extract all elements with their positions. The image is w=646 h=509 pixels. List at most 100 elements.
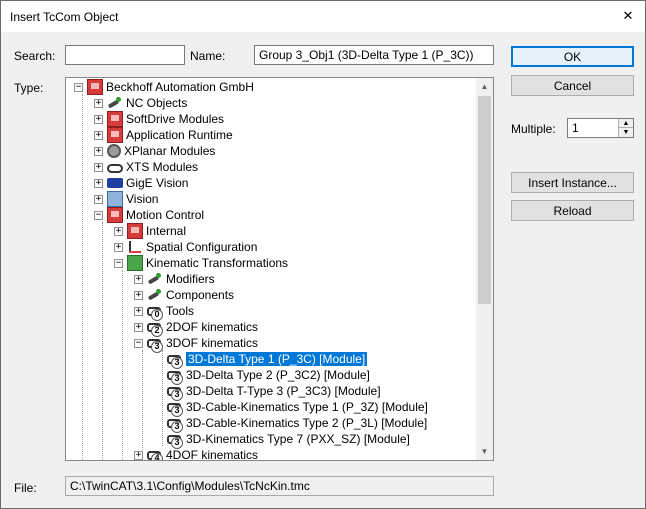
- module-icon: [107, 111, 123, 127]
- tree-item-label: Beckhoff Automation GmbH: [106, 80, 254, 94]
- kin3-icon: [167, 351, 183, 369]
- expand-icon[interactable]: +: [134, 274, 143, 284]
- tree-item-label: 3DOF kinematics: [166, 336, 259, 350]
- tree-item-label: NC Objects: [126, 96, 188, 110]
- tree-item-tools[interactable]: + Tools: [134, 303, 195, 321]
- tree-item-label: SoftDrive Modules: [126, 112, 225, 126]
- tree-item-label: 2DOF kinematics: [166, 320, 259, 334]
- tree-item-label: XTS Modules: [126, 160, 199, 174]
- tree-item-xplanar[interactable]: + XPlanar Modules: [94, 143, 215, 159]
- link-icon: [147, 287, 163, 303]
- tree-item-3dof[interactable]: − 3DOF kinematics: [134, 335, 259, 353]
- expand-icon[interactable]: +: [94, 146, 103, 156]
- multiple-stepper[interactable]: 1 ▲ ▼: [567, 118, 634, 138]
- link-icon: [147, 271, 163, 287]
- multiple-value[interactable]: 1: [572, 121, 579, 135]
- search-label: Search:: [14, 49, 56, 63]
- module-icon: [107, 127, 123, 143]
- tree-item-label: 3D-Kinematics Type 7 (PXX_SZ) [Module]: [186, 432, 410, 446]
- name-input[interactable]: Group 3_Obj1 (3D-Delta Type 1 (P_3C)): [254, 45, 494, 65]
- scrollbar-thumb[interactable]: [478, 96, 491, 304]
- insert-instance-button[interactable]: Insert Instance...: [511, 172, 634, 193]
- tree-item-modifiers[interactable]: + Modifiers: [134, 271, 215, 287]
- collapse-icon[interactable]: −: [74, 82, 83, 92]
- tree-item-beckhoff[interactable]: − Beckhoff Automation GmbH: [74, 79, 254, 95]
- search-input[interactable]: [65, 45, 185, 65]
- tree-item-softdrive[interactable]: + SoftDrive Modules: [94, 111, 224, 127]
- tree-item-3d-delta-type1[interactable]: 3D-Delta Type 1 (P_3C) [Module]: [167, 351, 368, 369]
- tree-item-spatial-config[interactable]: + Spatial Configuration: [114, 239, 257, 255]
- expand-icon[interactable]: +: [94, 114, 103, 124]
- expand-icon[interactable]: +: [94, 178, 103, 188]
- beckhoff-icon: [87, 79, 103, 95]
- tree-item-3d-delta-ttype3[interactable]: 3D-Delta T-Type 3 (P_3C3) [Module]: [167, 383, 381, 401]
- tree-item-label: Vision: [126, 192, 159, 206]
- collapse-icon[interactable]: −: [94, 210, 103, 220]
- type-label: Type:: [14, 81, 44, 95]
- tree-item-label: Tools: [166, 304, 195, 318]
- xplanar-icon: [107, 144, 121, 158]
- tree-item-2dof[interactable]: + 2DOF kinematics: [134, 319, 259, 337]
- tree-line: [162, 350, 163, 446]
- tool-icon: [147, 303, 163, 321]
- tree-item-xts[interactable]: + XTS Modules: [94, 159, 198, 175]
- tree-item-kinematic-transformations[interactable]: − Kinematic Transformations: [114, 255, 288, 271]
- stepper-down-icon[interactable]: ▼: [619, 128, 633, 137]
- expand-icon[interactable]: +: [94, 98, 103, 108]
- tree-item-nc-objects[interactable]: + NC Objects: [94, 95, 187, 111]
- kin3-icon: [167, 415, 183, 433]
- scroll-up-icon[interactable]: ▲: [476, 78, 493, 95]
- expand-icon[interactable]: +: [94, 162, 103, 172]
- tree-item-gige-vision[interactable]: + GigE Vision: [94, 175, 188, 191]
- scroll-down-icon[interactable]: ▼: [476, 443, 493, 460]
- name-label: Name:: [190, 49, 226, 63]
- xts-icon: [107, 164, 123, 173]
- expand-icon[interactable]: +: [134, 306, 143, 316]
- tree-item-label: 3D-Delta T-Type 3 (P_3C3) [Module]: [186, 384, 381, 398]
- tree-scrollbar[interactable]: ▲ ▼: [476, 78, 493, 460]
- tree-item-3d-kinematics-type7[interactable]: 3D-Kinematics Type 7 (PXX_SZ) [Module]: [167, 431, 410, 449]
- expand-icon[interactable]: +: [134, 450, 143, 460]
- tree-item-3d-cable-type1[interactable]: 3D-Cable-Kinematics Type 1 (P_3Z) [Modul…: [167, 399, 428, 417]
- reload-button[interactable]: Reload: [511, 200, 634, 221]
- tree-item-label: Application Runtime: [126, 128, 233, 142]
- nc-objects-icon: [107, 95, 123, 111]
- expand-icon[interactable]: +: [94, 130, 103, 140]
- collapse-icon[interactable]: −: [134, 338, 143, 348]
- module-icon: [127, 223, 143, 239]
- expand-icon[interactable]: +: [134, 322, 143, 332]
- tree-item-components[interactable]: + Components: [134, 287, 234, 303]
- type-tree[interactable]: − Beckhoff Automation GmbH + NC Objects …: [65, 77, 494, 461]
- expand-icon[interactable]: +: [114, 242, 123, 252]
- tree-item-label: GigE Vision: [126, 176, 189, 190]
- kin3-icon: [147, 335, 163, 353]
- tree-item-label: Kinematic Transformations: [146, 256, 289, 270]
- ok-button[interactable]: OK: [511, 46, 634, 67]
- kin4-icon: [147, 447, 163, 460]
- tree-item-vision[interactable]: + Vision: [94, 191, 158, 207]
- tree-item-4dof[interactable]: + 4DOF kinematics: [134, 447, 258, 460]
- expand-icon[interactable]: +: [94, 194, 103, 204]
- tree-item-app-runtime[interactable]: + Application Runtime: [94, 127, 233, 143]
- tree-item-3d-delta-type2[interactable]: 3D-Delta Type 2 (P_3C2) [Module]: [167, 367, 370, 385]
- collapse-icon[interactable]: −: [114, 258, 123, 268]
- cancel-button[interactable]: Cancel: [511, 75, 634, 96]
- tree-item-motion-control[interactable]: − Motion Control: [94, 207, 204, 223]
- insert-tccom-dialog: Insert TcCom Object ✕ Search: Name: Grou…: [0, 0, 646, 509]
- camera-icon: [107, 178, 123, 188]
- close-icon[interactable]: ✕: [611, 1, 645, 31]
- title-bar: Insert TcCom Object ✕: [1, 1, 645, 32]
- expand-icon[interactable]: +: [134, 290, 143, 300]
- tree-item-3d-cable-type2[interactable]: 3D-Cable-Kinematics Type 2 (P_3L) [Modul…: [167, 415, 427, 433]
- stepper-up-icon[interactable]: ▲: [619, 119, 633, 128]
- tree-item-label: 3D-Delta Type 2 (P_3C2) [Module]: [186, 368, 370, 382]
- tree-line: [82, 94, 83, 460]
- tree-item-internal[interactable]: + Internal: [114, 223, 186, 239]
- kin3-icon: [167, 367, 183, 385]
- expand-icon[interactable]: +: [114, 226, 123, 236]
- tree-line: [122, 270, 123, 460]
- tree-item-label: Components: [166, 288, 235, 302]
- kin2-icon: [147, 319, 163, 337]
- tree-item-label: Motion Control: [126, 208, 205, 222]
- tree-item-label: XPlanar Modules: [124, 144, 216, 158]
